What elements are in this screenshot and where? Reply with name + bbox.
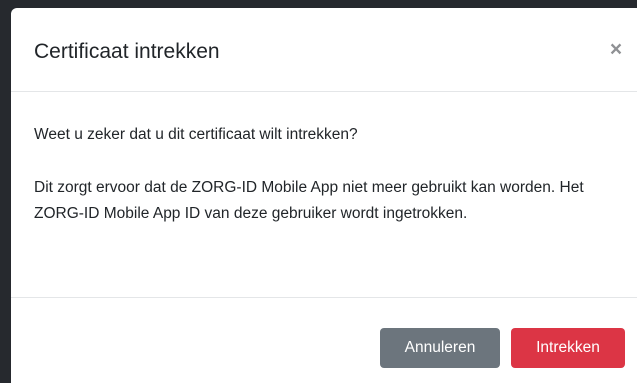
revoke-certificate-dialog: Certificaat intrekken × Weet u zeker dat… xyxy=(11,8,637,383)
dialog-header: Certificaat intrekken × xyxy=(11,8,637,92)
revoke-button[interactable]: Intrekken xyxy=(511,328,625,368)
cancel-button[interactable]: Annuleren xyxy=(380,328,500,368)
dialog-title: Certificaat intrekken xyxy=(34,40,220,63)
close-icon[interactable]: × xyxy=(605,39,627,61)
dialog-footer: Annuleren Intrekken xyxy=(11,297,637,383)
confirm-question: Weet u zeker dat u dit certificaat wilt … xyxy=(34,126,358,143)
consequence-text: Dit zorgt ervoor dat de ZORG-ID Mobile A… xyxy=(34,179,584,222)
